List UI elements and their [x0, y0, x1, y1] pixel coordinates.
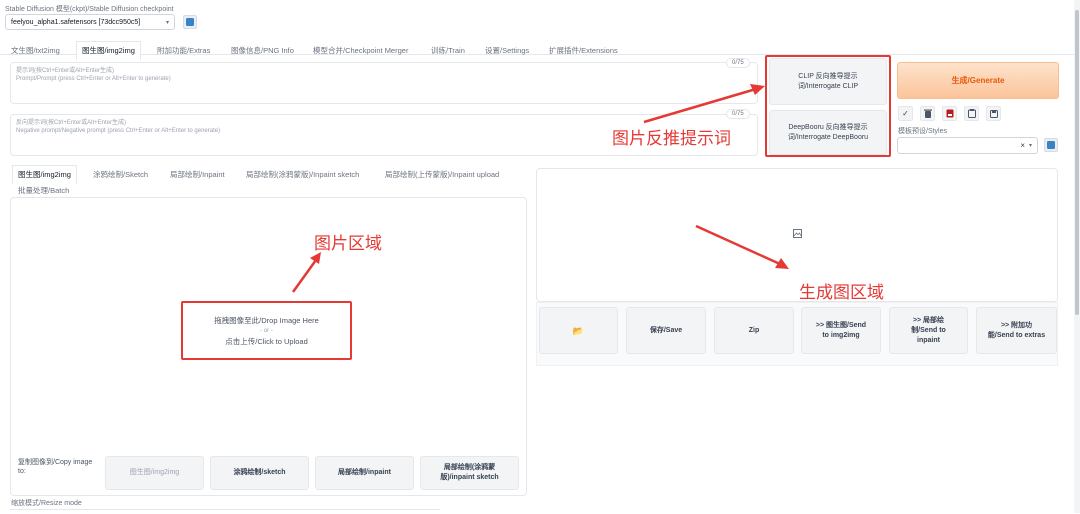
tab-checkpoint-merger[interactable]: 模型合并/Checkpoint Merger: [313, 45, 408, 56]
refresh-icon: [186, 18, 194, 26]
arrow-icon: [695, 224, 789, 269]
subtab-batch[interactable]: 批量处理/Batch: [18, 185, 69, 196]
tab-train[interactable]: 训练/Train: [431, 45, 465, 56]
refresh-checkpoint-button[interactable]: [183, 15, 197, 29]
prompt-placeholder-1: 提示词(按Ctrl+Enter或Alt+Enter生成): [16, 68, 115, 74]
generate-button[interactable]: 生成/Generate: [897, 62, 1059, 99]
styles-label: 模板预设/Styles: [898, 128, 948, 135]
tab-img2img[interactable]: 图生图/img2img: [76, 41, 141, 60]
send-to-extras-label-2: 能/Send to extras: [987, 331, 1046, 339]
send-to-img2img-label-2: to img2img: [822, 331, 860, 339]
subtab-img2img[interactable]: 图生图/img2img: [12, 165, 77, 184]
subtab-sketch[interactable]: 涂鸦绘制/Sketch: [93, 169, 148, 180]
tab-settings[interactable]: 设置/Settings: [485, 45, 529, 56]
resize-mode-label: 缩放模式/Resize mode: [11, 500, 82, 507]
chevron-down-icon: ▾: [1028, 143, 1032, 149]
copy-image-to-label: 复制图像到/Copy image to:: [18, 458, 92, 476]
interrogate-annotation: 图片反推提示词: [612, 129, 731, 148]
tab-txt2img[interactable]: 文生图/txt2img: [11, 45, 60, 56]
check-icon[interactable]: ✓: [898, 106, 913, 121]
chevron-down-icon: ▾: [165, 19, 169, 26]
send-to-img2img-label-1: >> 图生图/Send: [815, 321, 867, 329]
interrogate-highlight-box: [765, 55, 891, 157]
prompt-token-counter: 0/75: [726, 58, 750, 68]
checkpoint-select[interactable]: feelyou_alpha1.safetensors [73dcc950c5] …: [5, 14, 175, 30]
tab-extras[interactable]: 附加功能/Extras: [157, 45, 210, 56]
zip-button[interactable]: Zip: [714, 307, 794, 354]
checkpoint-value: feelyou_alpha1.safetensors [73dcc950c5]: [11, 18, 141, 26]
output-gallery[interactable]: [536, 168, 1058, 302]
send-to-extras-label-1: >> 附加功: [1000, 321, 1033, 329]
open-folder-button[interactable]: 📂: [539, 307, 618, 354]
send-to-inpaint-button[interactable]: >> 局部绘 制/Send to inpaint: [889, 307, 968, 354]
send-to-img2img-button[interactable]: >> 图生图/Send to img2img: [801, 307, 881, 354]
save-button[interactable]: 保存/Save: [626, 307, 706, 354]
save-icon[interactable]: [986, 106, 1001, 121]
page-scrollbar[interactable]: [1074, 0, 1080, 513]
output-area-annotation: 生成图区域: [799, 283, 884, 302]
styles-select[interactable]: × ▾: [897, 137, 1038, 154]
tab-extensions[interactable]: 扩展插件/Extensions: [549, 45, 618, 56]
refresh-styles-button[interactable]: [1044, 138, 1058, 152]
send-to-inpaint-label-1: >> 局部绘: [912, 316, 945, 324]
checkpoint-label: Stable Diffusion 模型(ckpt)/Stable Diffusi…: [5, 6, 174, 13]
copy-to-img2img-button[interactable]: 图生图/img2img: [105, 456, 204, 490]
send-to-extras-button[interactable]: >> 附加功 能/Send to extras: [976, 307, 1057, 354]
dropzone-text-3: 点击上传/Click to Upload: [225, 336, 308, 346]
copy-to-sketch-button[interactable]: 涂鸦绘制/sketch: [210, 456, 309, 490]
image-dropzone[interactable]: 拖拽图像至此/Drop Image Here - or - 点击上传/Click…: [181, 301, 352, 360]
copy-to-inpaint-sketch-label-2: 版)/inpaint sketch: [440, 474, 499, 481]
subtab-inpaint-sketch[interactable]: 局部绘制(涂鸦蒙版)/Inpaint sketch: [246, 169, 359, 180]
tab-png-info[interactable]: 图像信息/PNG Info: [231, 45, 294, 56]
copy-image-to-label-1: 复制图像到/Copy image: [18, 459, 93, 466]
resize-mode-options[interactable]: [10, 509, 440, 514]
refresh-icon: [1047, 141, 1055, 149]
red-card-icon[interactable]: [942, 106, 957, 121]
clipboard-icon[interactable]: [964, 106, 979, 121]
scrollbar-thumb[interactable]: [1075, 10, 1079, 315]
copy-to-inpaint-sketch-button[interactable]: 局部绘制(涂鸦蒙 版)/inpaint sketch: [420, 456, 519, 490]
copy-image-to-label-2: to:: [18, 468, 26, 475]
send-to-inpaint-label-3: inpaint: [917, 336, 940, 344]
subtab-inpaint[interactable]: 局部绘制/Inpaint: [170, 169, 225, 180]
arrow-icon: [643, 84, 765, 124]
clear-icon[interactable]: ×: [1020, 141, 1025, 150]
subtab-inpaint-upload[interactable]: 局部绘制(上传蒙版)/Inpaint upload: [385, 169, 499, 180]
send-to-inpaint-label-2: 制/Send to: [911, 326, 946, 334]
copy-to-inpaint-sketch-label-1: 局部绘制(涂鸦蒙: [443, 464, 496, 471]
dropzone-text-2: - or -: [260, 327, 273, 334]
arrow-icon: [291, 252, 321, 293]
dropzone-text-1: 拖拽图像至此/Drop Image Here: [214, 315, 319, 325]
copy-to-inpaint-button[interactable]: 局部绘制/inpaint: [315, 456, 414, 490]
trash-icon[interactable]: [920, 106, 935, 121]
